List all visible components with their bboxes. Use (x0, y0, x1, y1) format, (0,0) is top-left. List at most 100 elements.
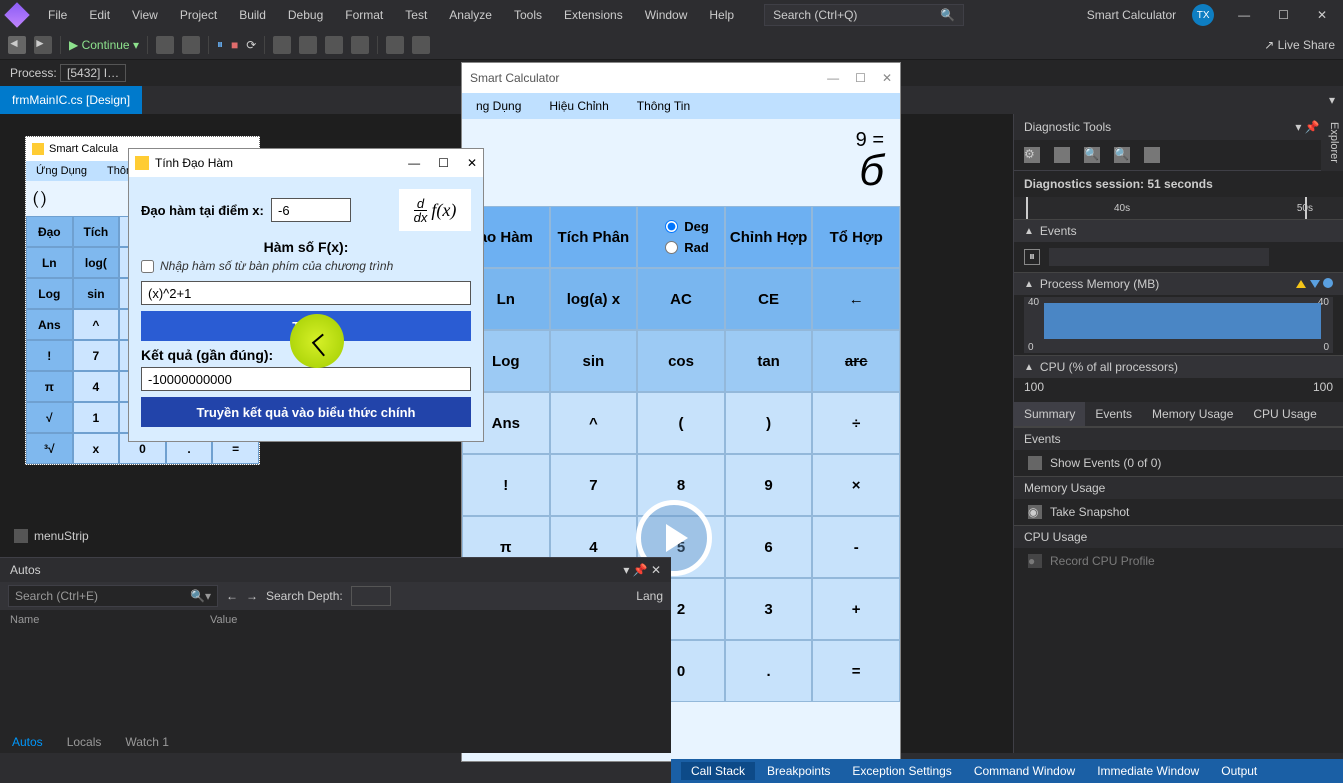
keyboard-checkbox[interactable] (141, 260, 154, 273)
run-close[interactable]: ✕ (882, 71, 892, 85)
menu-analyze[interactable]: Analyze (439, 4, 502, 26)
dkey-0-0[interactable]: Đạo (26, 216, 73, 247)
process-value[interactable]: [5432] I… (60, 64, 126, 82)
rkey-0-1[interactable]: Tích Phân (550, 206, 638, 268)
run-minimize[interactable]: — (827, 71, 839, 85)
dkey-1-0[interactable]: Ln (26, 247, 73, 278)
rkey-5-4[interactable]: - (812, 516, 900, 578)
tb-icon-7[interactable] (386, 36, 404, 54)
tab-autos[interactable]: Autos (0, 731, 55, 753)
take-snapshot-link[interactable]: ◉Take Snapshot (1014, 499, 1343, 525)
dkey-6-1[interactable]: 1 (73, 402, 120, 433)
designer-menu-1[interactable]: Ứng Dụng (26, 161, 97, 181)
tb-icon-3[interactable] (273, 36, 291, 54)
menu-help[interactable]: Help (699, 4, 744, 26)
run-maximize[interactable]: ☐ (855, 71, 866, 85)
timeline[interactable]: 40s 50s (1014, 197, 1343, 219)
nav-back-icon[interactable]: ← (226, 589, 238, 603)
dkey-4-1[interactable]: 7 (73, 340, 120, 371)
minimize-button[interactable]: — (1230, 4, 1258, 26)
tab-events[interactable]: Events (1085, 402, 1142, 426)
transfer-button[interactable]: Truyền kết quả vào biểu thức chính (141, 397, 471, 427)
forward-icon[interactable]: ► (34, 36, 52, 54)
menu-debug[interactable]: Debug (278, 4, 333, 26)
tb-icon-1[interactable] (156, 36, 174, 54)
dkey-2-1[interactable]: sin (73, 278, 120, 309)
tb-icon-6[interactable] (351, 36, 369, 54)
dkey-3-1[interactable]: ^ (73, 309, 120, 340)
tb-icon-5[interactable] (325, 36, 343, 54)
rkey-0-3[interactable]: Chỉnh Hợp (725, 206, 813, 268)
menu-tools[interactable]: Tools (504, 4, 552, 26)
dialog-maximize[interactable]: ☐ (438, 156, 449, 170)
menustrip-label[interactable]: menuStrip (14, 529, 89, 543)
tab-summary[interactable]: Summary (1014, 402, 1085, 426)
rkey-4-3[interactable]: 9 (725, 454, 813, 516)
tab-watch[interactable]: Watch 1 (113, 731, 181, 753)
rkey-0-4[interactable]: Tổ Hợp (812, 206, 900, 268)
autos-controls[interactable]: ▾ 📌 ✕ (623, 563, 661, 577)
rkey-6-3[interactable]: 3 (725, 578, 813, 640)
live-share-button[interactable]: ↗ Live Share (1264, 38, 1335, 52)
menu-build[interactable]: Build (229, 4, 276, 26)
tab-output[interactable]: Output (1211, 762, 1267, 780)
rkey-1-3[interactable]: CE (725, 268, 813, 330)
function-input[interactable] (141, 281, 471, 305)
tb-icon-8[interactable] (412, 36, 430, 54)
back-icon[interactable]: ◄ (8, 36, 26, 54)
dkey-3-0[interactable]: Ans (26, 309, 73, 340)
dkey-1-1[interactable]: log( (73, 247, 120, 278)
diag-icon-5[interactable] (1144, 147, 1160, 163)
memory-section[interactable]: Process Memory (MB) (1040, 277, 1159, 291)
dkey-5-0[interactable]: π (26, 371, 73, 402)
tab-command[interactable]: Command Window (964, 762, 1085, 780)
nav-fwd-icon[interactable]: → (246, 589, 258, 603)
zoom-in-icon[interactable]: 🔍 (1084, 147, 1100, 163)
rkey-4-4[interactable]: × (812, 454, 900, 516)
cpu-section[interactable]: CPU (% of all processors) (1040, 360, 1178, 374)
continue-button[interactable]: ▶ Continue ▾ (69, 38, 139, 52)
close-button[interactable]: ✕ (1309, 4, 1335, 26)
run-menu-1[interactable]: ng Dụng (462, 93, 535, 119)
menu-edit[interactable]: Edit (79, 4, 120, 26)
depth-select[interactable] (351, 586, 391, 606)
pause-icon[interactable]: ⏸ (217, 37, 223, 52)
tab-immediate[interactable]: Immediate Window (1087, 762, 1209, 780)
dkey-6-0[interactable]: √ (26, 402, 73, 433)
rkey-7-3[interactable]: . (725, 640, 813, 702)
tab-locals[interactable]: Locals (55, 731, 114, 753)
rkey-2-1[interactable]: sin (550, 330, 638, 392)
point-input[interactable] (271, 198, 351, 222)
rkey-5-3[interactable]: 6 (725, 516, 813, 578)
tb-icon-4[interactable] (299, 36, 317, 54)
rkey-7-4[interactable]: = (812, 640, 900, 702)
menu-file[interactable]: File (38, 4, 77, 26)
menu-view[interactable]: View (122, 4, 168, 26)
stop-icon[interactable]: ■ (231, 38, 238, 52)
gear-icon[interactable]: ⚙ (1024, 147, 1040, 163)
rkey-6-4[interactable]: + (812, 578, 900, 640)
col-value[interactable]: Value (210, 614, 237, 626)
pause-events-icon[interactable]: ⏸ (1024, 249, 1040, 265)
tab-memory[interactable]: Memory Usage (1142, 402, 1243, 426)
rkey-3-2[interactable]: ( (637, 392, 725, 454)
dkey-2-0[interactable]: Log (26, 278, 73, 309)
rkey-1-2[interactable]: AC (637, 268, 725, 330)
dkey-7-1[interactable]: x (73, 433, 120, 464)
rkey-1-4[interactable]: ← (812, 268, 900, 330)
run-menu-2[interactable]: Hiệu Chỉnh (535, 93, 622, 119)
rkey-0-2[interactable]: DegRad (637, 206, 725, 268)
tab-cpu[interactable]: CPU Usage (1243, 402, 1326, 426)
menu-window[interactable]: Window (635, 4, 698, 26)
tab-call-stack[interactable]: Call Stack (681, 762, 755, 780)
menu-extensions[interactable]: Extensions (554, 4, 633, 26)
run-menu-3[interactable]: Thông Tin (623, 93, 704, 119)
solution-explorer-tab[interactable]: Explorer (1321, 114, 1343, 171)
rkey-2-4[interactable]: arc (812, 330, 900, 392)
rkey-1-1[interactable]: log(a) x (550, 268, 638, 330)
zoom-out-icon[interactable]: 🔍 (1114, 147, 1130, 163)
menu-project[interactable]: Project (170, 4, 227, 26)
tab-design[interactable]: frmMainIC.cs [Design] (0, 86, 142, 114)
rkey-3-4[interactable]: ÷ (812, 392, 900, 454)
rkey-4-0[interactable]: ! (462, 454, 550, 516)
